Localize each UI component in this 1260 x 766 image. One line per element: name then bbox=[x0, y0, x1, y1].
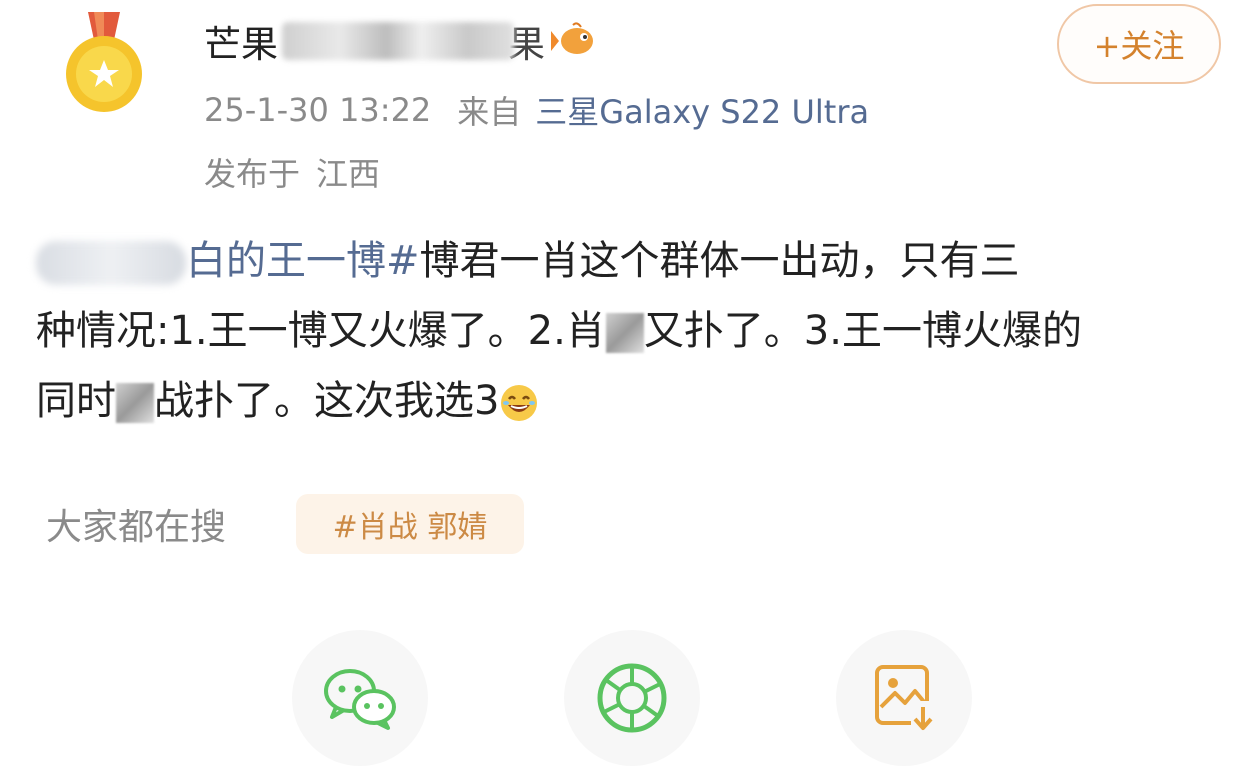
username-redaction bbox=[282, 22, 514, 60]
post-date: 25-1-30 13:22 bbox=[204, 91, 432, 129]
follow-button[interactable]: +关注 bbox=[1057, 4, 1221, 84]
text-redaction bbox=[116, 383, 154, 423]
username-visible-prefix: 芒果 bbox=[204, 23, 278, 66]
trending-search-chip-label: #肖战 郭婧 bbox=[332, 510, 488, 545]
post-location: 发布于 江西 bbox=[204, 150, 380, 194]
post-line-3: 同时 战扑了。这次我选3 bbox=[36, 366, 1236, 436]
post-text-line-1: 博君一肖这个群体一出动，只有三 bbox=[419, 238, 1020, 284]
save-image-button[interactable] bbox=[836, 630, 972, 766]
laughing-emoji-icon bbox=[501, 385, 538, 421]
post-line-2: 种情况:1.王一博又火爆了。2.肖 又扑了。3.王一博火爆的 bbox=[36, 296, 1236, 366]
post-meta: 25-1-30 13:22 来自 三星Galaxy S22 Ultra bbox=[204, 88, 869, 132]
post-source-label: 来自 bbox=[457, 93, 522, 131]
trending-search-label: 大家都在搜 bbox=[46, 507, 227, 548]
share-moments-button[interactable] bbox=[564, 630, 700, 766]
moments-icon bbox=[597, 663, 667, 733]
share-wechat-button[interactable] bbox=[292, 630, 428, 766]
post-text-line-3a: 同时 bbox=[36, 378, 116, 424]
wechat-icon bbox=[324, 669, 396, 730]
save-image-icon bbox=[875, 665, 937, 731]
text-redaction bbox=[605, 313, 644, 353]
fish-badge-icon bbox=[551, 22, 593, 54]
username[interactable]: 芒果 果 bbox=[204, 16, 599, 66]
topic-redaction bbox=[36, 241, 186, 285]
avatar[interactable] bbox=[58, 10, 150, 114]
post-line-1: 白的王一博#博君一肖这个群体一出动，只有三 bbox=[36, 226, 1236, 296]
post-device[interactable]: 三星Galaxy S22 Ultra bbox=[535, 87, 869, 133]
medal-avatar-icon bbox=[66, 12, 142, 112]
post-content: 白的王一博#博君一肖这个群体一出动，只有三 种情况:1.王一博又火爆了。2.肖又… bbox=[36, 226, 1236, 436]
post-text-line-3b: 战扑了。这次我选3 bbox=[154, 378, 500, 424]
location-value: 江西 bbox=[316, 155, 381, 193]
post-text-line-2b: 又扑了。3.王一博火爆的 bbox=[643, 308, 1082, 354]
post-text-line-2a: 种情况:1.王一博又火爆了。2.肖 bbox=[36, 308, 606, 354]
follow-button-label: +关注 bbox=[1093, 27, 1185, 65]
topic-link[interactable]: 白的王一博# bbox=[186, 238, 420, 284]
trending-search-chip[interactable]: #肖战 郭婧 bbox=[296, 494, 524, 554]
location-label: 发布于 bbox=[204, 155, 301, 193]
